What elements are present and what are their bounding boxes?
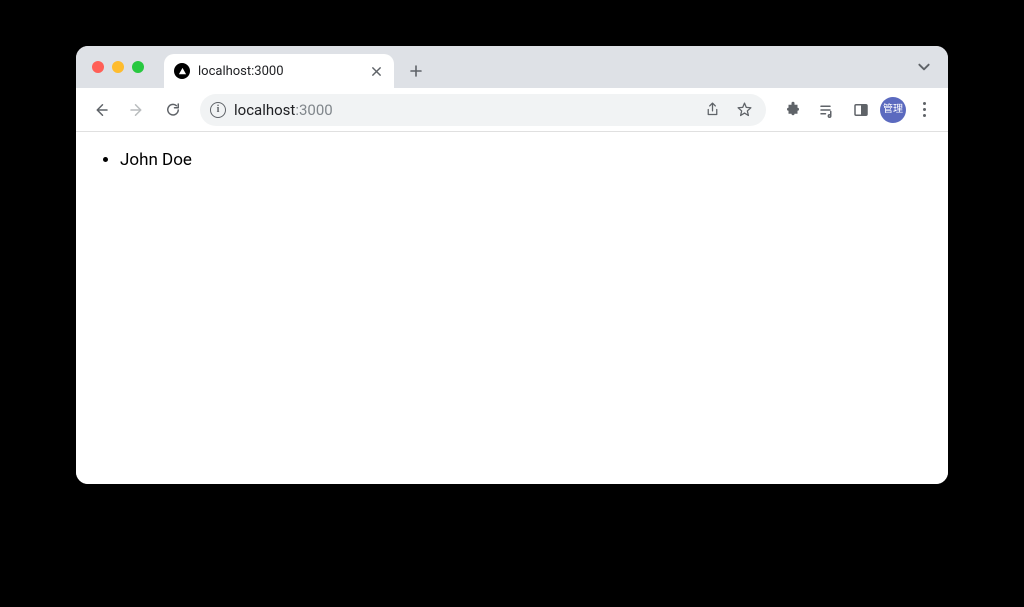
media-control-icon[interactable] [812, 95, 842, 125]
site-info-icon[interactable]: i [210, 102, 226, 118]
side-panel-icon[interactable] [846, 95, 876, 125]
address-bar[interactable]: i localhost:3000 [200, 94, 766, 126]
url-text: localhost:3000 [234, 101, 333, 119]
bookmark-star-icon[interactable] [732, 98, 756, 122]
minimize-window-button[interactable] [112, 61, 124, 73]
reload-button[interactable] [158, 95, 188, 125]
tab-search-button[interactable] [914, 57, 934, 77]
favicon-icon [174, 63, 190, 79]
toolbar: i localhost:3000 [76, 88, 948, 132]
browser-tab[interactable]: localhost:3000 [164, 54, 394, 88]
window-controls [86, 46, 154, 88]
browser-window: localhost:3000 i [76, 46, 948, 484]
content-list: John Doe [90, 150, 934, 170]
url-host: localhost [234, 101, 295, 119]
close-tab-button[interactable] [368, 63, 384, 79]
extension-icons: 管理 [778, 95, 938, 125]
page-content: John Doe [76, 132, 948, 484]
tab-title: localhost:3000 [198, 64, 360, 79]
profile-avatar[interactable]: 管理 [880, 97, 906, 123]
avatar-label: 管理 [883, 105, 903, 115]
maximize-window-button[interactable] [132, 61, 144, 73]
extensions-puzzle-icon[interactable] [778, 95, 808, 125]
list-item: John Doe [120, 150, 934, 170]
browser-menu-button[interactable] [910, 102, 938, 117]
close-window-button[interactable] [92, 61, 104, 73]
back-button[interactable] [86, 95, 116, 125]
new-tab-button[interactable] [402, 57, 430, 85]
tab-bar: localhost:3000 [76, 46, 948, 88]
url-port: :3000 [295, 101, 332, 119]
share-icon[interactable] [700, 98, 724, 122]
forward-button[interactable] [122, 95, 152, 125]
